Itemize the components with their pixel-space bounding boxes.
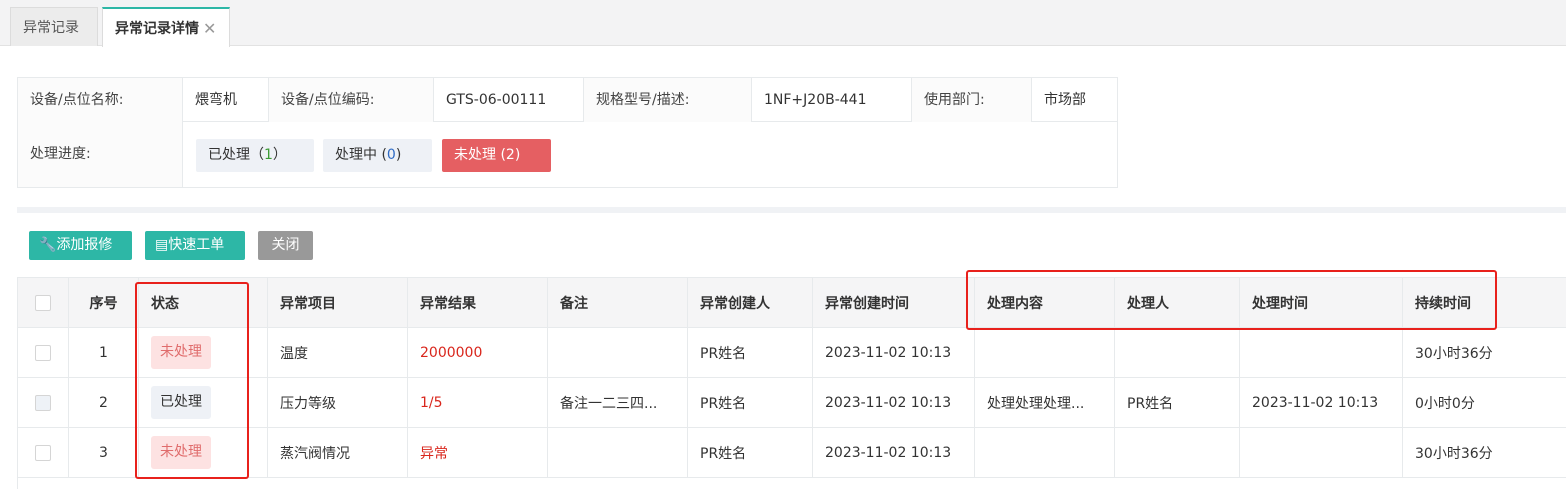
progress-doing-button[interactable]: 处理中 (0) — [323, 139, 432, 172]
progress-done-label: 已处理 — [208, 147, 250, 163]
col-header-created-time: 异常创建时间 — [813, 278, 975, 327]
cell-handled-time — [1240, 428, 1403, 477]
cell-handler — [1115, 328, 1240, 377]
col-header-creator: 异常创建人 — [688, 278, 813, 327]
highlight-box-status — [135, 282, 249, 479]
cell-note: 备注一二三四... — [548, 378, 688, 427]
row-select-cell — [18, 378, 69, 427]
progress-todo-count: 2 — [505, 147, 515, 163]
device-info-table: 设备/点位名称: 煨弯机 设备/点位编码: GTS-06-00111 规格型号/… — [17, 77, 1118, 188]
tab-label: 异常记录 — [23, 20, 79, 36]
dept-value: 市场部 — [1044, 92, 1086, 108]
cell-duration: 0小时0分 — [1403, 378, 1566, 427]
cell-created-time: 2023-11-02 10:13 — [813, 428, 975, 477]
tab-label: 异常记录详情 — [115, 21, 199, 37]
progress-doing-label: 处理中 — [335, 147, 377, 163]
cell-handled-time — [1240, 328, 1403, 377]
close-icon[interactable]: ✕ — [203, 19, 216, 38]
progress-done-count: 1 — [264, 147, 273, 163]
cell-handler: PR姓名 — [1115, 378, 1240, 427]
cell-item: 蒸汽阀情况 — [268, 428, 408, 477]
table-row: 1 未处理 温度 2000000 PR姓名 2023-11-02 10:13 3… — [18, 328, 1566, 378]
cell-result: 2000000 — [408, 328, 548, 377]
device-name-value: 煨弯机 — [183, 78, 269, 122]
select-all-checkbox[interactable] — [35, 294, 51, 311]
quick-work-order-button[interactable]: ▤快速工单 — [145, 231, 245, 260]
cell-item: 压力等级 — [268, 378, 408, 427]
progress-label: 处理进度: — [18, 122, 183, 187]
progress-todo-button[interactable]: 未处理 (2) — [442, 139, 551, 172]
cell-note — [548, 328, 688, 377]
device-code-label: 设备/点位编码: — [269, 78, 434, 122]
col-header-note: 备注 — [548, 278, 688, 327]
cell-result: 1/5 — [408, 378, 548, 427]
cell-content — [975, 328, 1115, 377]
cell-no: 3 — [69, 428, 139, 477]
col-header-no: 序号 — [69, 278, 139, 327]
col-header-item: 异常项目 — [268, 278, 408, 327]
cell-duration: 30小时36分 — [1403, 428, 1566, 477]
add-repair-button[interactable]: 🔧添加报修 — [29, 231, 132, 260]
row-select-cell — [18, 428, 69, 477]
cell-creator: PR姓名 — [688, 428, 813, 477]
col-header-result: 异常结果 — [408, 278, 548, 327]
highlight-box-processing — [966, 270, 1497, 330]
progress-row: 处理进度: 已处理（1） 处理中 (0) 未处理 (2) — [18, 122, 1117, 187]
quick-work-order-label: 快速工单 — [168, 237, 225, 253]
cell-no: 1 — [69, 328, 139, 377]
cell-handled-time: 2023-11-02 10:13 — [1240, 378, 1403, 427]
progress-done-button[interactable]: 已处理（1） — [196, 139, 314, 172]
table-row: 3 未处理 蒸汽阀情况 异常 PR姓名 2023-11-02 10:13 30小… — [18, 428, 1566, 478]
row-checkbox[interactable] — [35, 344, 51, 361]
cell-content — [975, 428, 1115, 477]
close-button[interactable]: 关闭 — [258, 231, 313, 260]
select-all-cell — [18, 278, 69, 327]
cell-note — [548, 428, 688, 477]
form-icon: ▤ — [155, 237, 169, 253]
section-divider — [17, 207, 1566, 213]
progress-todo-label: 未处理 — [454, 147, 496, 163]
row-select-cell — [18, 328, 69, 377]
table-row: 2 已处理 压力等级 1/5 备注一二三四... PR姓名 2023-11-02… — [18, 378, 1566, 428]
cell-creator: PR姓名 — [688, 328, 813, 377]
device-code-value: GTS-06-00111 — [434, 78, 584, 122]
cell-created-time: 2023-11-02 10:13 — [813, 328, 975, 377]
row-checkbox[interactable] — [35, 444, 51, 461]
dept-label: 使用部门: — [912, 78, 1032, 122]
cell-creator: PR姓名 — [688, 378, 813, 427]
cell-no: 2 — [69, 378, 139, 427]
spec-value: 1NF+J20B-441 — [752, 78, 912, 122]
device-name-label: 设备/点位名称: — [18, 78, 183, 122]
spec-label: 规格型号/描述: — [584, 78, 752, 122]
progress-doing-count: 0 — [386, 147, 396, 163]
tab-bar: 异常记录 异常记录详情 ✕ — [0, 0, 1566, 47]
device-info-row: 设备/点位名称: 煨弯机 设备/点位编码: GTS-06-00111 规格型号/… — [18, 78, 1117, 122]
wrench-icon: 🔧 — [39, 237, 57, 253]
cell-handler — [1115, 428, 1240, 477]
row-checkbox[interactable] — [35, 394, 51, 411]
cell-content: 处理处理处理... — [975, 378, 1115, 427]
cell-result: 异常 — [408, 428, 548, 477]
tab-anomaly-records[interactable]: 异常记录 — [10, 7, 98, 46]
cell-item: 温度 — [268, 328, 408, 377]
cell-duration: 30小时36分 — [1403, 328, 1566, 377]
add-repair-label: 添加报修 — [56, 237, 113, 253]
tab-anomaly-record-detail[interactable]: 异常记录详情 ✕ — [102, 7, 230, 47]
cell-created-time: 2023-11-02 10:13 — [813, 378, 975, 427]
